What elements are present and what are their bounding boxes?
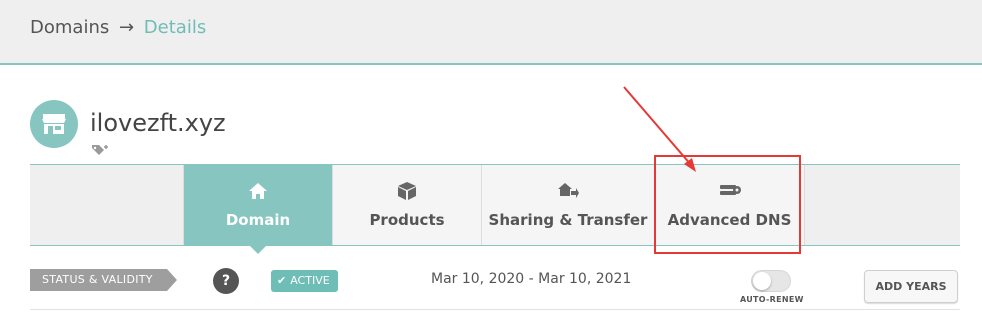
breadcrumb-domains-link[interactable]: Domains bbox=[30, 17, 109, 38]
transfer-icon bbox=[558, 183, 579, 198]
active-tab-caret bbox=[249, 245, 267, 254]
validity-dates: Mar 10, 2020 - Mar 10, 2021 bbox=[431, 271, 632, 287]
home-icon bbox=[249, 183, 267, 199]
checkmark-icon: ✔ bbox=[277, 274, 287, 287]
tab-products-label: Products bbox=[369, 211, 445, 229]
auto-renew-label: AUTO-RENEW bbox=[740, 295, 804, 304]
help-icon[interactable]: ? bbox=[213, 268, 239, 294]
auto-renew-toggle[interactable] bbox=[751, 270, 791, 292]
status-badge-label: ACTIVE bbox=[290, 274, 330, 287]
breadcrumb-current: Details bbox=[143, 17, 207, 38]
status-validity-label: STATUS & VALIDITY bbox=[30, 269, 177, 291]
status-validity-row: STATUS & VALIDITY ? ✔ ACTIVE Mar 10, 2020… bbox=[30, 266, 960, 310]
page-header: Domains → Details bbox=[0, 0, 982, 65]
storefront-icon bbox=[42, 114, 66, 134]
annotation-highlight-box bbox=[654, 155, 801, 254]
domain-avatar bbox=[30, 100, 78, 148]
add-years-button[interactable]: ADD YEARS bbox=[864, 270, 958, 303]
toggle-knob bbox=[753, 272, 771, 290]
tab-domain[interactable]: Domain bbox=[183, 165, 332, 254]
status-badge: ✔ ACTIVE bbox=[271, 270, 338, 292]
tab-sharing-transfer-label: Sharing & Transfer bbox=[488, 211, 648, 229]
box-icon bbox=[398, 182, 416, 200]
breadcrumb: Domains → Details bbox=[30, 17, 206, 39]
tab-domain-label: Domain bbox=[225, 211, 291, 229]
breadcrumb-separator: → bbox=[118, 17, 135, 38]
tab-products[interactable]: Products bbox=[332, 165, 481, 245]
domain-name: ilovezft.xyz bbox=[90, 109, 226, 137]
tag-add-icon[interactable] bbox=[91, 144, 109, 158]
domain-tabs: Domain Products Sharing & Transfer Advan… bbox=[30, 164, 960, 254]
